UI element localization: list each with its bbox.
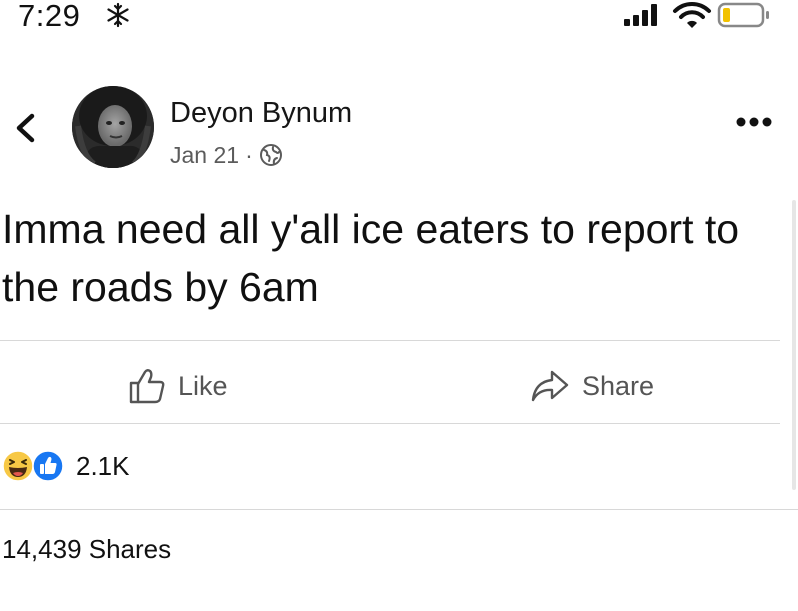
author-avatar[interactable] — [72, 86, 154, 168]
like-button[interactable]: Like — [128, 360, 228, 412]
battery-icon — [717, 2, 769, 28]
share-label: Share — [582, 370, 655, 401]
post-date[interactable]: Jan 21 — [170, 142, 239, 169]
status-time: 7:29 — [18, 0, 81, 33]
haha-reaction-icon — [2, 450, 34, 482]
reaction-count: 2.1K — [76, 450, 130, 481]
cellular-signal-icon — [624, 4, 657, 26]
like-label: Like — [178, 370, 228, 401]
back-chevron-icon[interactable] — [10, 110, 40, 146]
shares-count[interactable]: 14,439 Shares — [2, 534, 171, 565]
scrollbar[interactable] — [792, 200, 796, 490]
meta-separator: · — [245, 141, 253, 168]
post-text: Imma need all y'all ice eaters to report… — [2, 206, 740, 310]
divider — [0, 423, 780, 424]
share-button[interactable]: Share — [530, 360, 654, 412]
divider — [0, 340, 780, 341]
reactions-summary[interactable]: 2.1K — [2, 444, 130, 488]
author-name[interactable]: Deyon Bynum — [170, 96, 352, 130]
post-meta: Jan 21 · — [170, 140, 283, 170]
thumbs-up-outline-icon — [129, 369, 165, 404]
wifi-icon — [673, 1, 711, 28]
globe-icon — [259, 144, 282, 166]
share-arrow-icon — [531, 370, 569, 402]
more-options-icon[interactable] — [735, 115, 773, 129]
snowflake-icon — [107, 2, 129, 28]
divider — [0, 509, 798, 510]
like-reaction-icon — [32, 450, 64, 482]
avatar-image — [72, 86, 154, 168]
